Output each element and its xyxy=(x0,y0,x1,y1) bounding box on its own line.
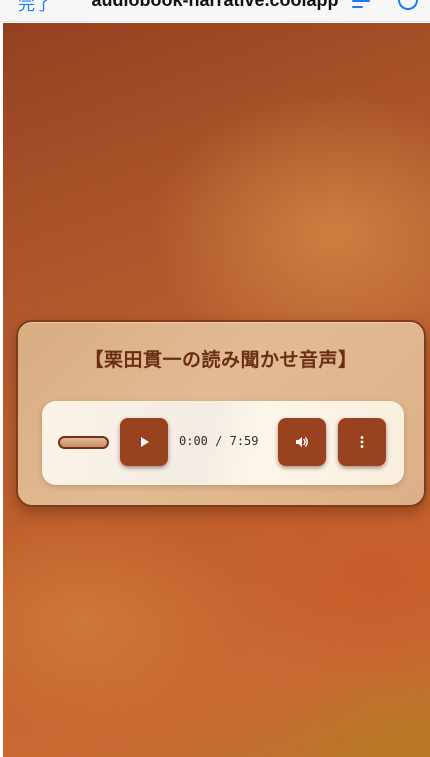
card-title: 【栗田貫一の読み聞かせ音声】 xyxy=(84,349,358,371)
volume-button[interactable] xyxy=(278,418,326,466)
audio-card: 【栗田貫一の読み聞かせ音声】 0:00 / 7:59 xyxy=(16,320,426,507)
current-time: 0:00 xyxy=(179,434,208,448)
time-display: 0:00 / 7:59 xyxy=(179,434,259,448)
page-background: 【栗田貫一の読み聞かせ音声】 0:00 / 7:59 xyxy=(3,23,430,757)
volume-icon xyxy=(296,437,308,447)
seek-bar[interactable] xyxy=(58,436,109,449)
play-button[interactable] xyxy=(120,418,168,466)
more-vertical-icon xyxy=(360,436,364,448)
time-separator: / xyxy=(215,434,223,448)
duration: 7:59 xyxy=(229,434,259,448)
play-icon xyxy=(141,437,149,447)
menu-icon[interactable] xyxy=(352,0,370,10)
more-button[interactable] xyxy=(338,418,386,466)
audio-player: 0:00 / 7:59 xyxy=(42,401,404,485)
browser-bar: 完了 audiobook-narrative.coolapp xyxy=(0,0,430,22)
